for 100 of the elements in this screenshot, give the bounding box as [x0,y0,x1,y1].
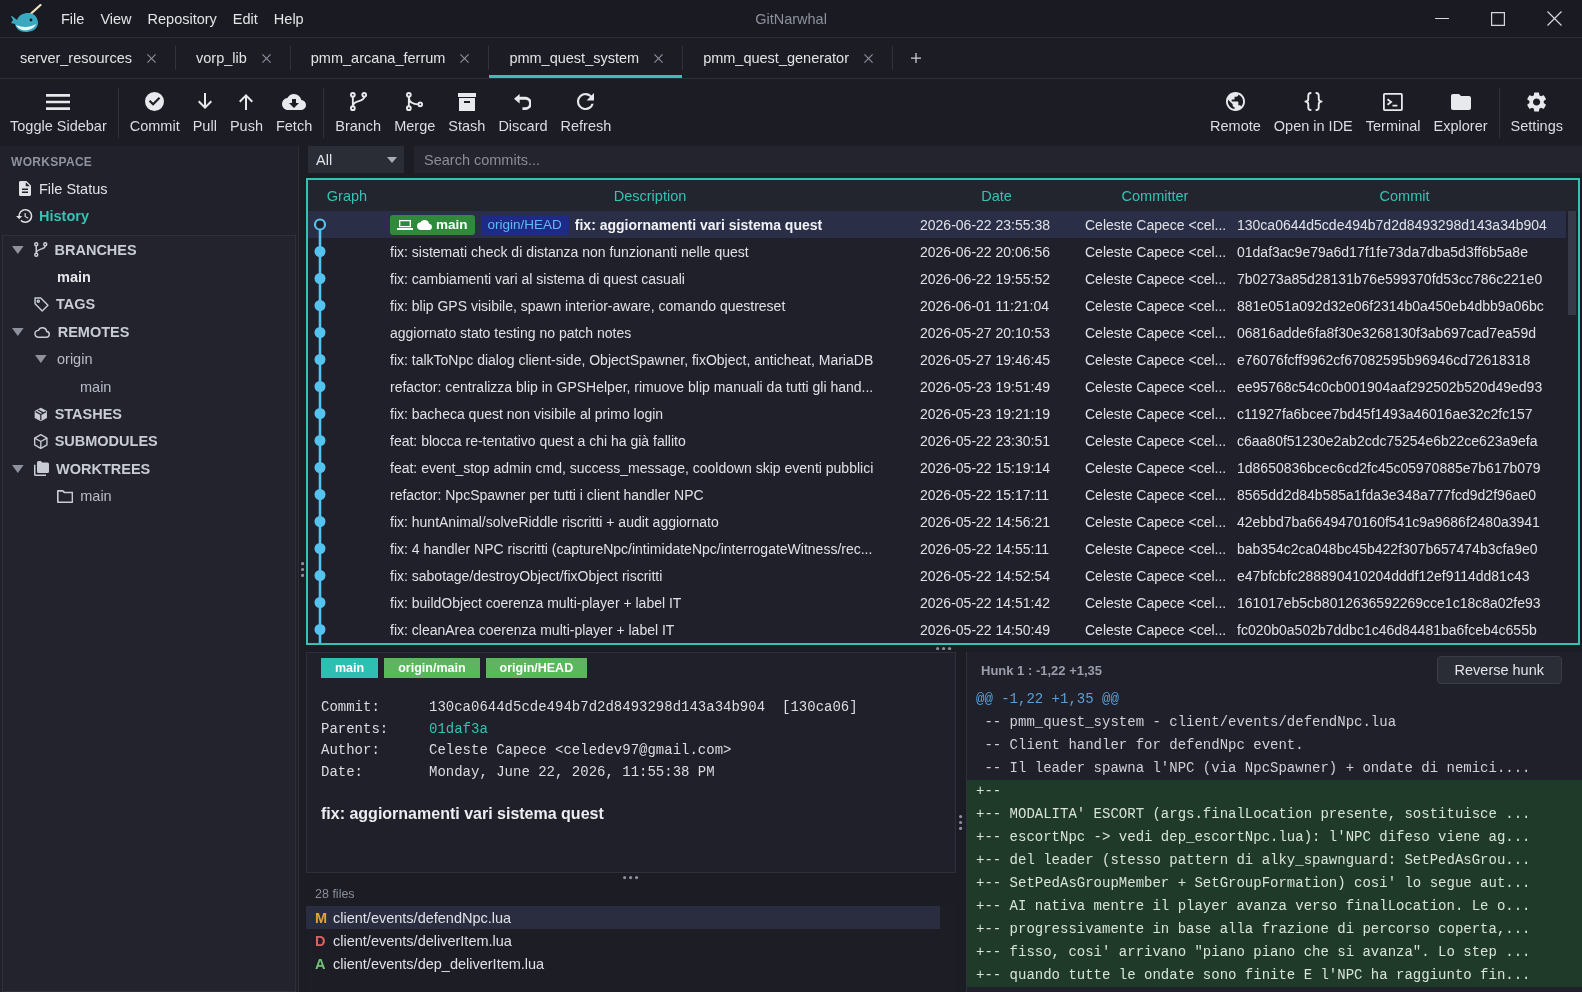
commit-row[interactable]: fix: sistemati check di distanza non funzionanti nelle quest 2026-06-22 20:06:56 Celeste Capece <cel... 01daf3ac9e79a6d17f1fe73da7dba5d3ff6b5a8e [308,238,1566,265]
commit-row[interactable]: feat: event_stop admin cmd, success_message, cooldown skip eventi pubblici 2026-05-22 15:19:14 Celeste Capece <cel... 1d8650836bcec6cd2fc45c05970885e7b617b079 [308,454,1566,481]
tab[interactable]: pmm_arcana_ferrum [290,38,489,78]
tree-section[interactable]: BRANCHES [34,241,137,258]
scope-dropdown[interactable]: All [308,146,404,173]
column-header[interactable]: Description [386,187,914,204]
column-header[interactable]: Graph [308,187,386,204]
branch-item[interactable]: main [57,269,91,286]
menu-item[interactable]: View [92,5,140,32]
open-in-ide-button[interactable]: Open in IDE [1268,87,1358,138]
remote-button[interactable]: Remote [1205,87,1266,138]
settings-icon [1527,91,1547,112]
tab[interactable]: server_resources [0,38,175,78]
commit-message: fix: 4 handler NPC riscritti (captureNpc/intimidateNpc/interrogateWitness/rec... [390,540,873,557]
close-icon[interactable] [460,53,470,63]
menu-item[interactable]: Edit [224,5,266,32]
field-label: Date: [321,762,364,782]
committer-name: Celeste Capece <cel... [1085,513,1227,530]
remote-item[interactable]: origin [57,351,93,368]
commit-row[interactable]: fix: 4 handler NPC riscritti (captureNpc/intimidateNpc/interrogateWitness/rec... 2026-05-22 14:55:11 Celeste Capece <cel... bab354c2ca048bc45b422f307b657474b3cfa9e0 [308,535,1566,562]
commit-row[interactable]: refactor: centralizza blip in GPSHelper, rimuove blip manuali da tutti gli hand... 2026-05-23 19:51:49 Celeste Capece <cel... ee95768c54c0cb001904aaf292502b520d49ed93 [308,373,1566,400]
close-icon[interactable] [147,53,156,63]
tree-section[interactable]: SUBMODULES [34,433,158,450]
menu-item[interactable]: Help [265,5,312,32]
commit-button[interactable]: Commit [124,87,185,138]
field-label: Parents: [321,719,390,739]
tag-icon [34,296,49,312]
push-button[interactable]: Push [224,87,268,138]
file-row[interactable]: M client/events/defendNpc.lua [306,906,940,929]
close-icon[interactable] [864,53,874,63]
commit-hash: bab354c2ca048bc45b422f307b657474b3cfa9e0 [1237,540,1538,557]
expand-arrow-icon[interactable] [12,327,24,336]
drag-handle-icon[interactable] [959,814,963,830]
commit-row[interactable]: fix: bacheca quest non visibile al primo login 2026-05-23 19:21:19 Celeste Capece <cel... c11927fa6bcee7bd45f1493a46016ae32c2fc157 [308,400,1566,427]
discard-button[interactable]: Discard [493,87,553,138]
field-label: Commit: [321,698,381,717]
tree-section[interactable]: REMOTES [34,323,130,340]
tab[interactable]: pmm_quest_system [489,38,683,78]
column-header[interactable]: Committer [1079,187,1231,204]
diff-line: @@ -1,22 +1,35 @@ [975,690,1120,709]
column-header[interactable]: Commit [1231,187,1578,204]
close-icon[interactable] [654,53,664,63]
commit-row[interactable]: aggiornato stato testing no patch notes 2026-05-27 20:10:53 Celeste Capece <cel... 06816adde6fa8f30e3268130f3ab697cad7ea59d [308,319,1566,346]
commit-date: 2026-05-22 14:52:54 [920,567,1050,584]
close-icon [1546,11,1562,26]
stash-button[interactable]: Stash [443,87,491,138]
commit-row[interactable]: fix: talkToNpc dialog client-side, ObjectSpawner, fixObject, anticheat, MariaDB 2026-05-27 19:46:45 Celeste Capece <cel... e76076fcff9962cf67082595b96946cd72618318 [308,346,1566,373]
drag-handle-icon[interactable] [936,646,952,651]
file-path: client/events/deliverItem.lua [333,932,512,949]
nav-item[interactable]: File Status [0,175,108,202]
maximize-icon [1491,11,1505,26]
expand-arrow-icon[interactable] [12,245,24,254]
column-header[interactable]: Date [914,187,1079,204]
fetch-button[interactable]: Fetch [270,87,318,138]
reverse-hunk-button[interactable]: Reverse hunk [1436,656,1562,684]
committer-name: Celeste Capece <cel... [1085,216,1227,233]
branch-item[interactable]: main [80,378,112,395]
worktree-item[interactable]: main [57,488,112,505]
menu-item[interactable]: File [53,5,93,32]
explorer-button[interactable]: Explorer [1428,87,1493,138]
refresh-button[interactable]: Refresh [555,87,617,138]
menu-item[interactable]: Repository [139,5,225,32]
tab[interactable]: vorp_lib [176,38,290,78]
parent-commit-link[interactable]: 01daf3a [429,718,488,740]
commit-row[interactable]: fix: sabotage/destroyObject/fixObject riscritti 2026-05-22 14:52:54 Celeste Capece <cel... e47bfcbfc288890410204dddf12ef9114dd81c43 [308,562,1566,589]
file-row[interactable]: A client/events/dep_deliverItem.lua [306,952,940,975]
terminal-button[interactable]: Terminal [1360,87,1426,138]
merge-button[interactable]: Merge [389,87,441,138]
tree-section[interactable]: STASHES [34,406,123,423]
file-count: 28 files [314,886,356,903]
settings-button[interactable]: Settings [1505,87,1568,138]
globe-icon [1225,92,1245,111]
commit-row[interactable]: refactor: NpcSpawner per tutti i client handler NPC 2026-05-22 15:17:11 Celeste Capece <cel... 8565dd2d84b585a1fda3e348a777fcd9d2f96ae0 [308,481,1566,508]
expand-arrow-icon[interactable] [12,464,24,473]
tab[interactable]: pmm_quest_generator [683,38,893,78]
commit-hash: 8565dd2d84b585a1fda3e348a777fcd9d2f96ae0 [1237,486,1536,503]
commit-row[interactable]: fix: huntAnimal/solveRiddle riscritti + audit aggiornato 2026-05-22 14:56:21 Celeste Capece <cel... 42ebbd7ba6649470160f541c9a9686f2480a3941 [308,508,1566,535]
pull-button[interactable]: Pull [187,87,222,138]
commit-row[interactable]: fix: blip GPS visibile, spawn interior-aware, comando questreset 2026-06-01 11:21:04 Celeste Capece <cel... 881e051a092d32e06f2314b0a450eb4dbb9a06bc [308,292,1566,319]
commit-message: refactor: NpcSpawner per tutti i client handler NPC [390,486,704,503]
tree-section[interactable]: WORKTREES [34,460,151,477]
nav-item[interactable]: History [0,202,89,229]
scrollbar-thumb[interactable] [1568,211,1576,315]
commit-row[interactable]: fix: cambiamenti vari al sistema di quest casuali 2026-06-22 19:55:52 Celeste Capece <cel... 7b0273a85d28131b76e599370fd53cc786c221e0 [308,265,1566,292]
drag-handle-icon[interactable] [300,561,305,577]
toggle-sidebar-button[interactable]: Toggle Sidebar [5,87,112,138]
commit-date: 2026-05-27 19:46:45 [920,351,1050,368]
branch-button[interactable]: Branch [330,87,387,138]
commit-row[interactable]: fix: cleanArea coerenza multi-player + label IT 2026-05-22 14:50:49 Celeste Capece <cel... fc020b0a502b7ddbc1c46d84481ba6fceb4c655b [308,616,1566,643]
tree-section[interactable]: TAGS [34,296,96,313]
commit-row[interactable]: main origin/HEAD fix: aggiornamenti vari sistema quest 2026-06-22 23:55:38 Celeste Capece <cel... 130ca0644d5cde494b7d2d8493298d143a34b904 [308,211,1566,238]
expand-arrow-icon[interactable] [35,355,47,364]
file-status: A [315,955,327,972]
file-path: client/events/dep_deliverItem.lua [333,955,545,972]
search-field[interactable]: Search commits... [414,146,1582,173]
commit-row[interactable]: fix: buildObject coerenza multi-player + label IT 2026-05-22 14:51:42 Celeste Capece <cel... 161017eb5cb8012636592269cce1c18c8a02fe93 [308,589,1566,616]
close-icon[interactable] [261,53,271,63]
file-row[interactable]: D client/events/deliverItem.lua [306,929,940,952]
commit-row[interactable]: feat: blocca re-tentativo quest a chi ha già fallito 2026-05-22 23:30:51 Celeste Capece <cel... c6aa80f51230e2ab2cdc75254e6b22ce623a9efa [308,427,1566,454]
drag-handle-icon[interactable] [623,876,639,880]
